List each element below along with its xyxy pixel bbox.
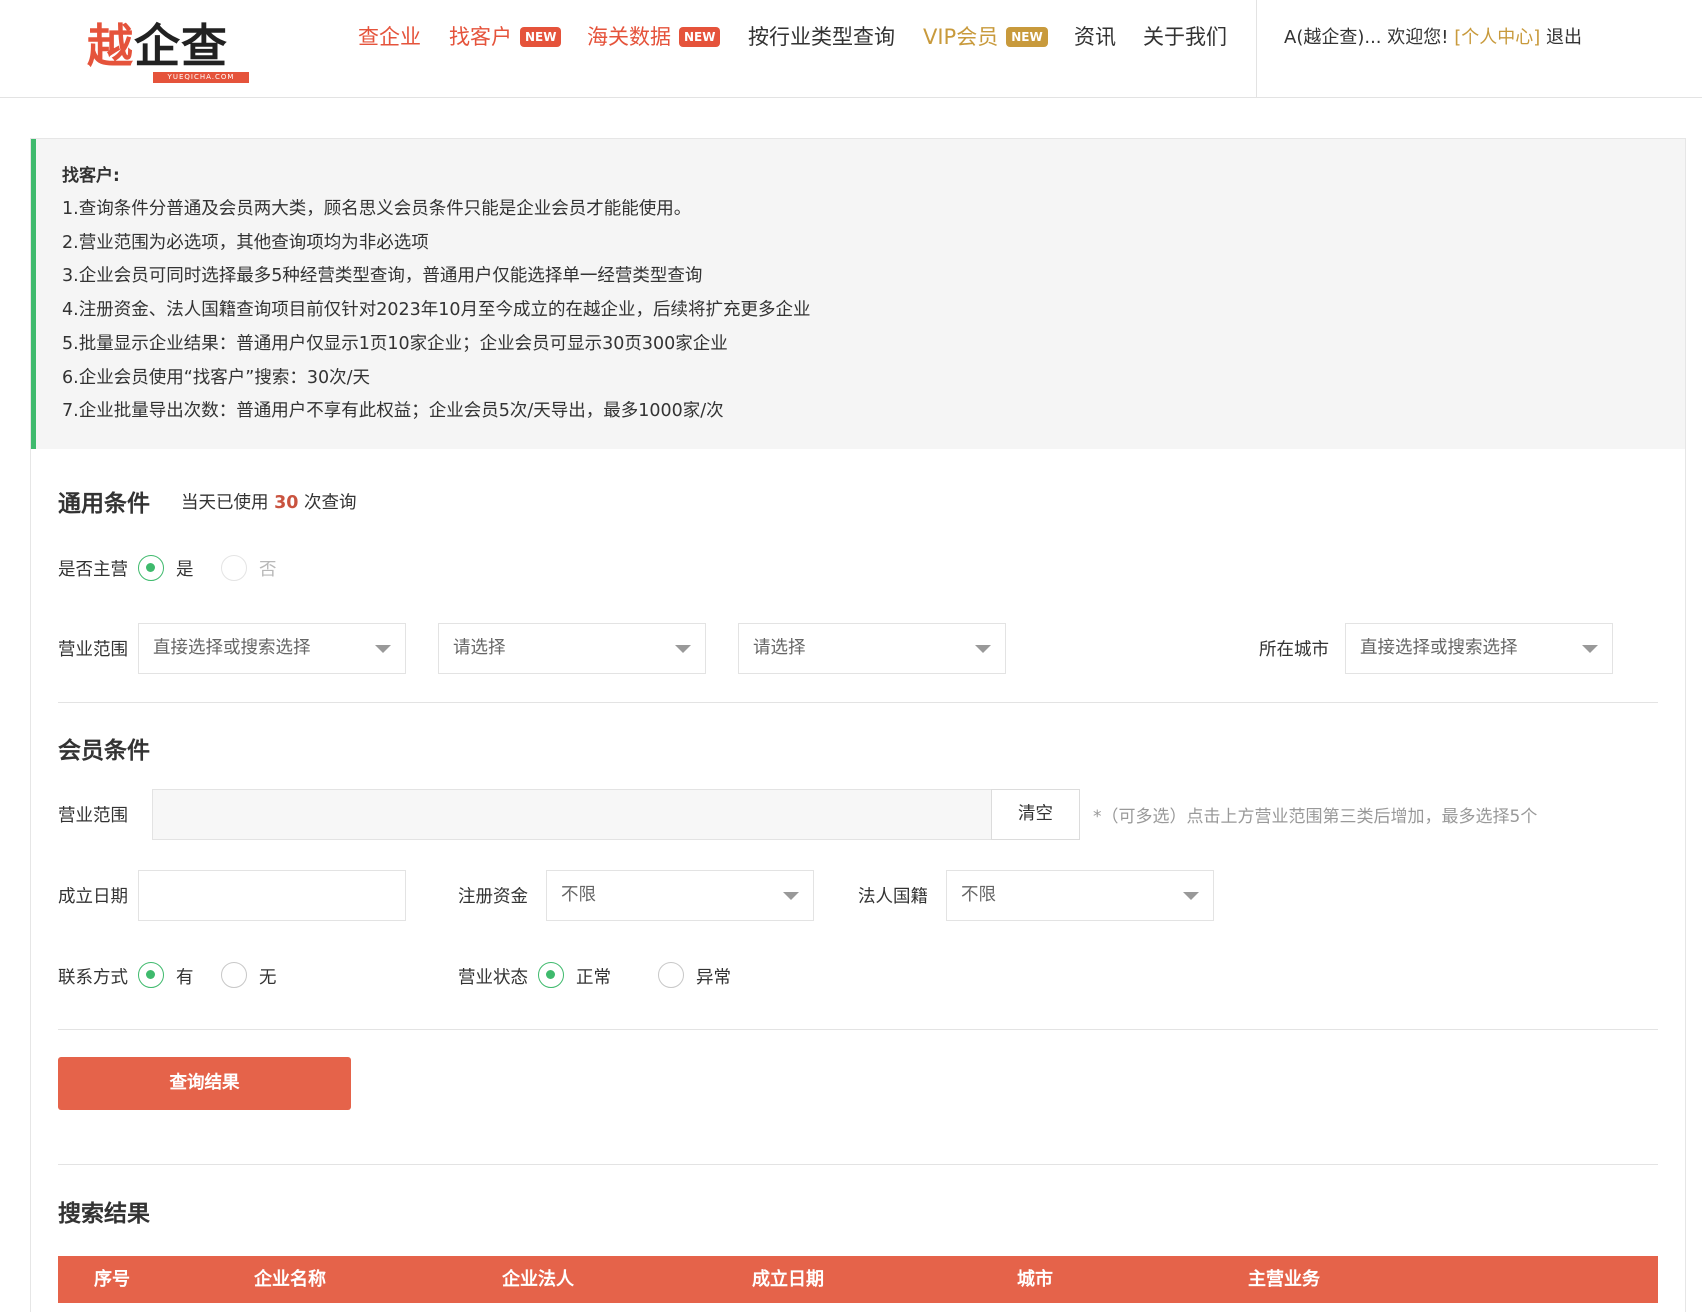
notice-line: 6.企业会员使用“找客户”搜索：30次/天 xyxy=(62,367,370,388)
notice-list: 1.查询条件分普通及会员两大类，顾名思义会员条件只能是企业会员才能能使用。 2.… xyxy=(62,193,811,429)
notice-title: 找客户: xyxy=(62,166,120,186)
city-select[interactable]: 直接选择或搜索选择 xyxy=(1345,623,1613,674)
user-area: A(越企查)... 欢迎您! [个人中心] 退出 xyxy=(1284,24,1582,52)
status-abnormal-radio[interactable] xyxy=(658,962,684,988)
contact-no-radio[interactable] xyxy=(221,962,247,988)
main-panel: 找客户: 1.查询条件分普通及会员两大类，顾名思义会员条件只能是企业会员才能能使… xyxy=(30,138,1686,1312)
user-greeting: A(越企查)... 欢迎您! xyxy=(1284,27,1449,48)
member-scope-field[interactable] xyxy=(152,789,992,840)
divider xyxy=(58,1164,1658,1165)
chevron-down-icon xyxy=(783,892,799,900)
general-conditions-title: 通用条件 xyxy=(58,491,150,517)
notice-box: 找客户: 1.查询条件分普通及会员两大类，顾名思义会员条件只能是企业会员才能能使… xyxy=(31,139,1685,449)
usage-counter: 当天已使用 30 次查询 xyxy=(181,493,357,513)
header-divider xyxy=(1256,0,1257,98)
column-header-main-business: 主营业务 xyxy=(1248,1269,1320,1290)
divider xyxy=(58,1029,1658,1030)
contact-yes-radio[interactable] xyxy=(138,962,164,988)
capital-label: 注册资金 xyxy=(458,887,528,907)
status-normal-label[interactable]: 正常 xyxy=(576,964,611,989)
results-title: 搜索结果 xyxy=(58,1201,150,1227)
notice-line: 5.批量显示企业结果：普通用户仅显示1页10家企业；企业会员可显示30页300家… xyxy=(62,333,728,354)
contact-yes-label[interactable]: 有 xyxy=(176,964,194,989)
status-label: 营业状态 xyxy=(458,968,528,988)
scope-select-1[interactable]: 直接选择或搜索选择 xyxy=(138,623,406,674)
main-business-yes-label[interactable]: 是 xyxy=(176,556,194,581)
query-button[interactable]: 查询结果 xyxy=(58,1057,351,1110)
capital-select[interactable]: 不限 xyxy=(546,870,814,921)
main-business-no-radio xyxy=(221,555,247,581)
logo-text: 越企查 xyxy=(87,19,228,73)
founded-date-field[interactable] xyxy=(138,870,406,921)
nav-item-find-customers[interactable]: 找客户 NEW xyxy=(449,22,562,52)
member-scope-label: 营业范围 xyxy=(58,806,128,826)
clear-button[interactable]: 清空 xyxy=(991,789,1080,840)
status-abnormal-label[interactable]: 异常 xyxy=(696,964,731,989)
nationality-select[interactable]: 不限 xyxy=(946,870,1214,921)
notice-line: 1.查询条件分普通及会员两大类，顾名思义会员条件只能是企业会员才能能使用。 xyxy=(62,199,692,219)
nav-item-news[interactable]: 资讯 xyxy=(1074,22,1116,52)
nav-item-industry-query[interactable]: 按行业类型查询 xyxy=(748,22,895,52)
column-header-founded-date: 成立日期 xyxy=(752,1269,824,1290)
notice-line: 4.注册资金、法人国籍查询项目前仅针对2023年10月至今成立的在越企业，后续将… xyxy=(62,300,811,321)
member-conditions-title: 会员条件 xyxy=(58,738,150,764)
nav-item-company-search[interactable]: 查企业 xyxy=(358,22,421,52)
column-header-city: 城市 xyxy=(1017,1269,1053,1290)
site-logo[interactable]: 越企查 YUEQICHA.COM xyxy=(87,16,252,84)
nationality-label: 法人国籍 xyxy=(858,887,928,907)
new-badge: NEW xyxy=(520,27,562,47)
nav-item-about[interactable]: 关于我们 xyxy=(1143,22,1227,52)
scope-hint: *（可多选）点击上方营业范围第三类后增加，最多选择5个 xyxy=(1093,807,1538,827)
user-center-link[interactable]: [个人中心] xyxy=(1454,27,1540,48)
chevron-down-icon xyxy=(975,645,991,653)
nav-item-vip[interactable]: VIP会员 NEW xyxy=(923,22,1048,52)
main-business-no-label: 否 xyxy=(259,560,277,580)
nav-item-customs-data[interactable]: 海关数据 NEW xyxy=(587,22,721,52)
notice-line: 7.企业批量导出次数：普通用户不享有此权益；企业会员5次/天导出，最多1000家… xyxy=(62,401,724,422)
main-business-yes-radio[interactable] xyxy=(138,555,164,581)
logo-subtitle: YUEQICHA.COM xyxy=(153,72,249,83)
top-header: 越企查 YUEQICHA.COM 查企业 找客户 NEW 海关数据 NEW 按行业类… xyxy=(0,0,1702,98)
chevron-down-icon xyxy=(1582,645,1598,653)
scope-label: 营业范围 xyxy=(58,640,128,660)
status-normal-radio[interactable] xyxy=(538,962,564,988)
main-business-label: 是否主营 xyxy=(58,560,128,580)
notice-line: 2.营业范围为必选项，其他查询项均为非必选项 xyxy=(62,232,429,253)
notice-line: 3.企业会员可同时选择最多5种经营类型查询，普通用户仅能选择单一经营类型查询 xyxy=(62,266,703,287)
results-table-header: 序号 企业名称 企业法人 成立日期 城市 主营业务 xyxy=(58,1256,1658,1303)
divider xyxy=(58,702,1658,703)
usage-count: 30 xyxy=(274,493,299,513)
new-badge: NEW xyxy=(679,27,721,47)
column-header-index: 序号 xyxy=(94,1269,130,1290)
city-label: 所在城市 xyxy=(1259,640,1329,660)
contact-label: 联系方式 xyxy=(58,968,128,988)
chevron-down-icon xyxy=(675,645,691,653)
chevron-down-icon xyxy=(375,645,391,653)
contact-no-label[interactable]: 无 xyxy=(259,964,277,989)
chevron-down-icon xyxy=(1183,892,1199,900)
new-badge: NEW xyxy=(1006,27,1048,47)
logout-link[interactable]: 退出 xyxy=(1546,27,1582,48)
founded-date-label: 成立日期 xyxy=(58,887,128,907)
column-header-legal-person: 企业法人 xyxy=(502,1269,574,1290)
scope-select-3[interactable]: 请选择 xyxy=(738,623,1006,674)
column-header-company-name: 企业名称 xyxy=(254,1269,326,1290)
scope-select-2[interactable]: 请选择 xyxy=(438,623,706,674)
